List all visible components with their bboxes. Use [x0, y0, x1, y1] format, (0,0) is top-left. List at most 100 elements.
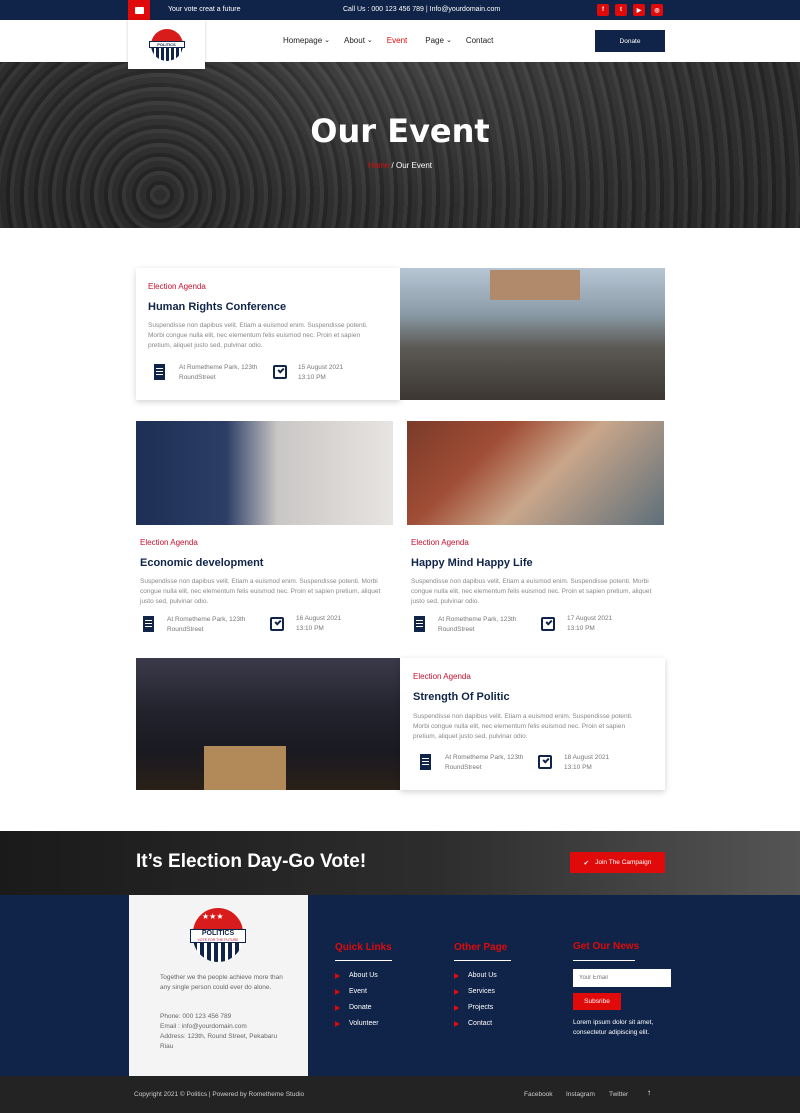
- calendar-icon: [273, 365, 287, 379]
- logo[interactable]: POLITICS: [128, 20, 205, 69]
- event-description: Suspendisse non dapibus velit. Etiam a e…: [148, 322, 368, 349]
- copyright: Copyright 2021 © Politics | Powered by R…: [134, 1091, 305, 1098]
- main-menu: Homepage ⌄ About ⌄ Event Page ⌄ Contact: [283, 36, 511, 45]
- protest-sign: [490, 270, 580, 300]
- event-date: 15 August 2021: [298, 364, 344, 371]
- event-location: At Rometheme Park, 123th RoundStreet: [167, 616, 246, 633]
- event-time: 13:10 PM: [298, 374, 326, 381]
- logo-text: POLITICS: [148, 40, 185, 48]
- arrow-up-icon[interactable]: ↑: [647, 1088, 651, 1097]
- calendar-icon: [270, 617, 284, 631]
- building-icon: [420, 754, 431, 770]
- event-image[interactable]: [136, 658, 400, 790]
- podium: [204, 746, 286, 790]
- event-time: 13:10 PM: [564, 764, 592, 771]
- footer-logo[interactable]: ★★★ POLITICS VOTE FOR THE FUTURE: [190, 908, 246, 962]
- event-date: 16 August 2021: [296, 615, 342, 622]
- logo-band: POLITICS VOTE FOR THE FUTURE: [190, 929, 246, 943]
- event-image[interactable]: [400, 268, 665, 400]
- building-icon: [414, 616, 425, 632]
- chevron-down-icon: ⌄: [366, 37, 373, 44]
- footer-link-services[interactable]: Services: [454, 988, 495, 995]
- event-card[interactable]: Election Agenda Strength Of Politic Susp…: [400, 658, 665, 790]
- youtube-icon[interactable]: ▶: [633, 4, 645, 16]
- event-location: At Rometheme Park, 123th RoundStreet: [179, 364, 258, 381]
- event-category: Election Agenda: [140, 538, 198, 547]
- facebook-icon[interactable]: f: [597, 4, 609, 16]
- event-title[interactable]: Human Rights Conference: [148, 301, 286, 313]
- menu-item-about[interactable]: About: [344, 36, 365, 45]
- event-category: Election Agenda: [413, 672, 471, 681]
- newsletter-text: Lorem ipsum dolor sit amet, consectetur …: [573, 1019, 654, 1036]
- event-image[interactable]: [407, 421, 664, 525]
- social-links: f t ▶ ◎: [597, 4, 663, 16]
- footer-link-about[interactable]: About Us: [335, 972, 378, 979]
- menu-item-page[interactable]: Page: [425, 36, 444, 45]
- event-date: 17 August 2021: [567, 615, 613, 622]
- footer-email: Email : info@yourdomain.com: [160, 1023, 247, 1030]
- event-category: Election Agenda: [411, 538, 469, 547]
- footer-link-about[interactable]: About Us: [454, 972, 497, 979]
- footer-link-contact[interactable]: Contact: [453, 1020, 492, 1027]
- logo-text: POLITICS: [201, 930, 235, 937]
- top-bar: Your vote creat a future Call Us : 000 1…: [0, 0, 800, 20]
- footer-address: Address: 123th, Round Street, Pekabaru R…: [160, 1033, 278, 1050]
- page-title: Our Event: [310, 112, 490, 150]
- quick-links-heading: Quick Links: [335, 942, 392, 953]
- event-title[interactable]: Strength Of Politic: [413, 691, 510, 703]
- news-heading: Get Our News: [573, 941, 640, 952]
- footer: [0, 895, 800, 1076]
- bottom-link-facebook[interactable]: Facebook: [524, 1091, 553, 1098]
- footer-link-volunteer[interactable]: Volunteer: [335, 1020, 379, 1027]
- cta-heading: It’s Election Day-Go Vote!: [136, 851, 367, 872]
- bottom-link-instagram[interactable]: Instagram: [566, 1091, 595, 1098]
- menu-item-contact[interactable]: Contact: [466, 36, 494, 45]
- event-time: 13:10 PM: [296, 625, 324, 632]
- divider: [454, 960, 511, 961]
- footer-link-donate[interactable]: Donate: [335, 1004, 372, 1011]
- footer-link-event[interactable]: Event: [335, 988, 367, 995]
- join-campaign-button[interactable]: ✔ Join The Campaign: [570, 852, 665, 873]
- event-title[interactable]: Happy Mind Happy Life: [411, 557, 533, 569]
- bottom-bar: Copyright 2021 © Politics | Powered by R…: [0, 1076, 800, 1113]
- event-title[interactable]: Economic development: [140, 557, 263, 569]
- event-image[interactable]: [136, 421, 393, 525]
- page-hero: Our Event Home / Our Event: [0, 62, 800, 228]
- building-icon: [143, 616, 154, 632]
- tagline: Your vote creat a future: [168, 6, 241, 13]
- divider: [335, 960, 392, 961]
- calendar-icon: [541, 617, 555, 631]
- menu-item-homepage[interactable]: Homepage: [283, 36, 322, 45]
- footer-link-projects[interactable]: Projects: [453, 1004, 493, 1011]
- donate-button[interactable]: Donate: [595, 30, 665, 52]
- event-description: Suspendisse non dapibus velit. Etiam a e…: [413, 713, 633, 740]
- breadcrumb: Home / Our Event: [0, 161, 800, 170]
- join-campaign-label: Join The Campaign: [595, 859, 652, 866]
- event-category: Election Agenda: [148, 282, 206, 291]
- footer-about-text: Together we the people achieve more than…: [160, 974, 283, 991]
- chevron-down-icon: ⌄: [324, 37, 331, 44]
- logo-tagline: VOTE FOR THE FUTURE: [197, 938, 239, 942]
- event-card[interactable]: Election Agenda Human Rights Conference …: [136, 268, 400, 400]
- event-description: Suspendisse non dapibus velit. Etiam a e…: [411, 578, 652, 605]
- contact-info: Call Us : 000 123 456 789 | Info@yourdom…: [343, 6, 501, 13]
- chat-icon[interactable]: [128, 0, 150, 20]
- menu-item-event[interactable]: Event: [387, 36, 407, 45]
- bottom-link-twitter[interactable]: Twitter: [609, 1091, 628, 1098]
- event-date: 18 August 2021: [564, 754, 610, 761]
- footer-phone: Phone: 000 123 456 789: [160, 1013, 232, 1020]
- event-time: 13:10 PM: [567, 625, 595, 632]
- breadcrumb-home[interactable]: Home: [368, 161, 389, 170]
- calendar-icon: [538, 755, 552, 769]
- building-icon: [154, 364, 165, 380]
- breadcrumb-separator: /: [389, 161, 396, 170]
- subscribe-button[interactable]: Subsribe: [573, 993, 621, 1010]
- divider: [573, 960, 635, 961]
- instagram-icon[interactable]: ◎: [651, 4, 663, 16]
- newsletter-email-input[interactable]: [573, 969, 671, 987]
- logo-icon: POLITICS: [148, 28, 185, 61]
- breadcrumb-current: Our Event: [396, 161, 433, 170]
- twitter-icon[interactable]: t: [615, 4, 627, 16]
- chevron-down-icon: ⌄: [445, 37, 452, 44]
- event-location: At Rometheme Park, 123th RoundStreet: [438, 616, 517, 633]
